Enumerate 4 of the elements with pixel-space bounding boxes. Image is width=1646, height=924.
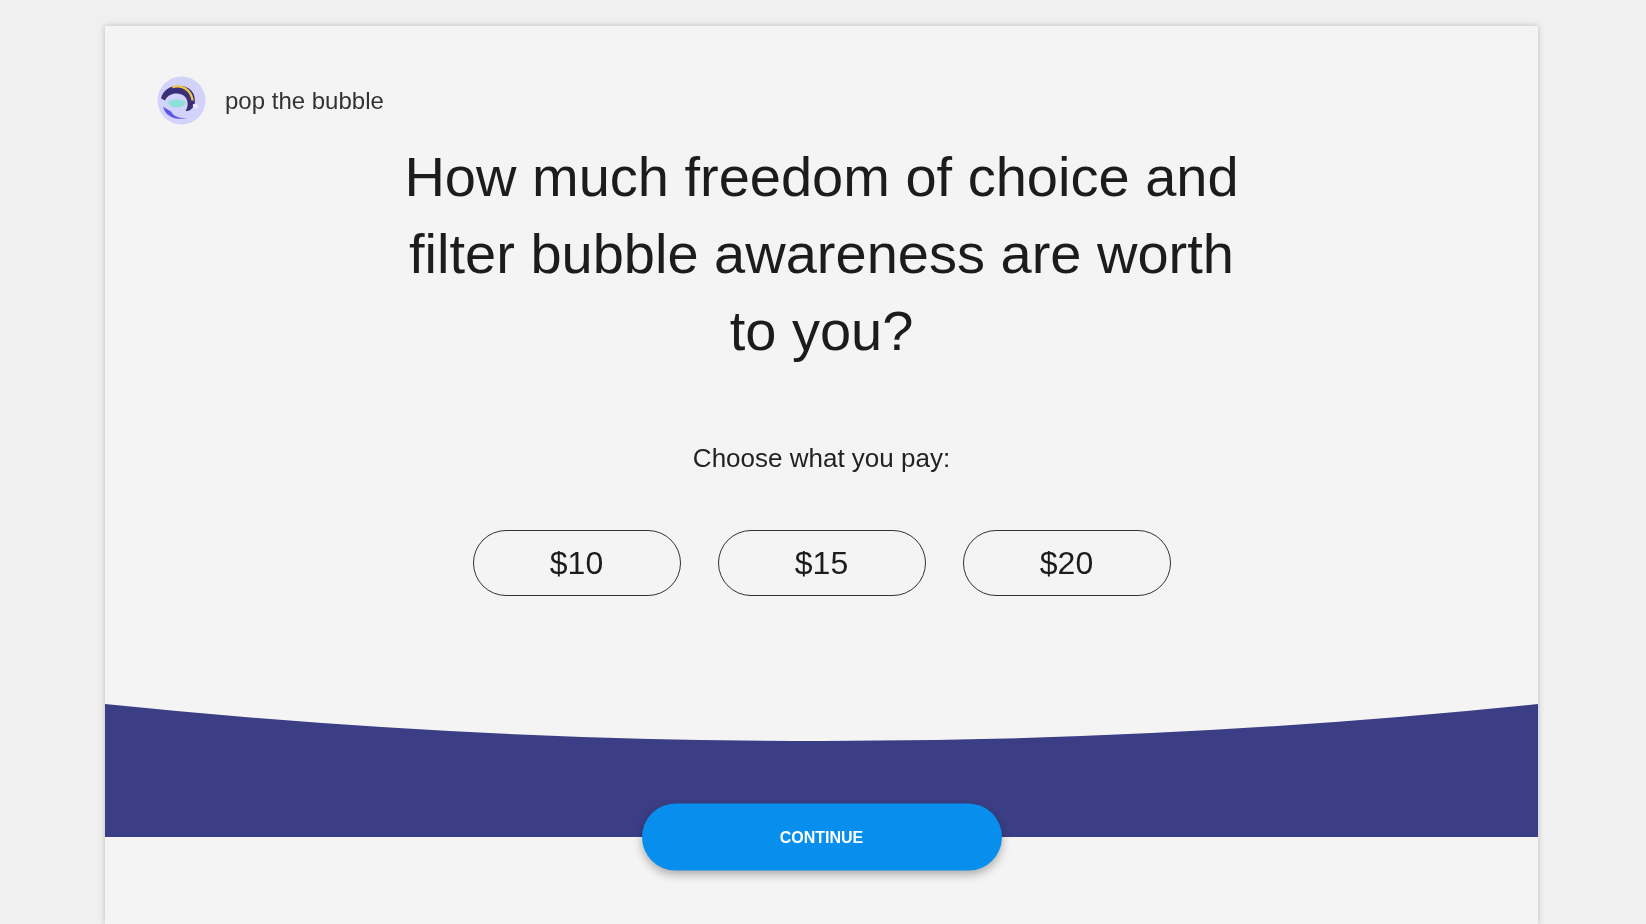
brand-name: pop the bubble — [225, 85, 384, 116]
bubble-logo-icon — [157, 76, 206, 125]
price-prompt: Choose what you pay: — [692, 442, 951, 474]
question-heading: How much freedom of choice and filter bubble awareness are worth to you? — [403, 144, 1240, 364]
